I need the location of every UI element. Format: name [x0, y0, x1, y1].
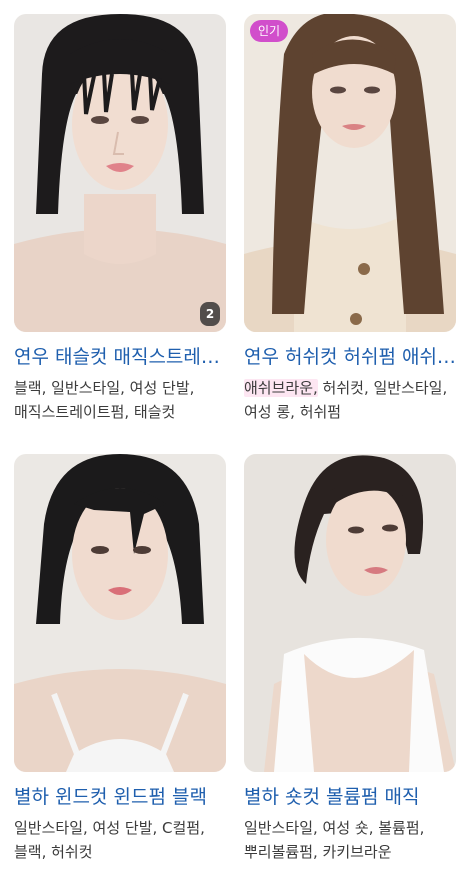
portrait-image	[244, 14, 456, 332]
hairstyle-photo[interactable]: 인기	[244, 14, 456, 332]
hairstyle-photo[interactable]	[244, 454, 456, 772]
hairstyle-photo[interactable]: 2	[14, 14, 226, 332]
hairstyle-tags: 블랙, 일반스타일, 여성 단발, 매직스트레이트펌, 태슬컷	[14, 379, 195, 421]
highlighted-tag: 애쉬브라운,	[244, 379, 318, 397]
hairstyle-title[interactable]: 별하 숏컷 볼륨펌 매직	[244, 782, 456, 812]
hairstyle-tags: 애쉬브라운, 허쉬컷, 일반스타일, 여성 롱, 허쉬펌	[244, 376, 456, 424]
portrait-image	[14, 14, 226, 332]
hairstyle-card[interactable]: 2 연우 태슬컷 매직스트레이트펌 블랙, 일반스타일, 여성 단발, 매직스트…	[14, 14, 226, 424]
hairstyle-card[interactable]: 별하 숏컷 볼륨펌 매직 일반스타일, 여성 숏, 볼륨펌, 뿌리볼륨펌, 카키…	[244, 454, 456, 864]
portrait-image	[244, 454, 456, 772]
hairstyle-tags: 일반스타일, 여성 숏, 볼륨펌, 뿌리볼륨펌, 카키브라운	[244, 819, 425, 861]
hairstyle-card[interactable]: 별하 윈드컷 윈드펌 블랙 일반스타일, 여성 단발, C컬펌, 블랙, 허쉬컷	[14, 454, 226, 864]
hairstyle-title[interactable]: 연우 허쉬컷 허쉬펌 애쉬브라운	[244, 342, 456, 372]
popular-badge: 인기	[250, 20, 289, 42]
hairstyle-grid: 2 연우 태슬컷 매직스트레이트펌 블랙, 일반스타일, 여성 단발, 매직스트…	[0, 0, 472, 872]
hairstyle-title[interactable]: 별하 윈드컷 윈드펌 블랙	[14, 782, 226, 812]
photo-count-badge: 2	[200, 302, 220, 326]
portrait-image	[14, 454, 226, 772]
hairstyle-tags: 일반스타일, 여성 단발, C컬펌, 블랙, 허쉬컷	[14, 819, 205, 861]
hairstyle-photo[interactable]	[14, 454, 226, 772]
hairstyle-title[interactable]: 연우 태슬컷 매직스트레이트펌	[14, 342, 226, 372]
hairstyle-card[interactable]: 인기 연우 허쉬컷 허쉬펌 애쉬브라운 애쉬브라운, 허쉬컷, 일반스타일, 여…	[244, 14, 456, 424]
